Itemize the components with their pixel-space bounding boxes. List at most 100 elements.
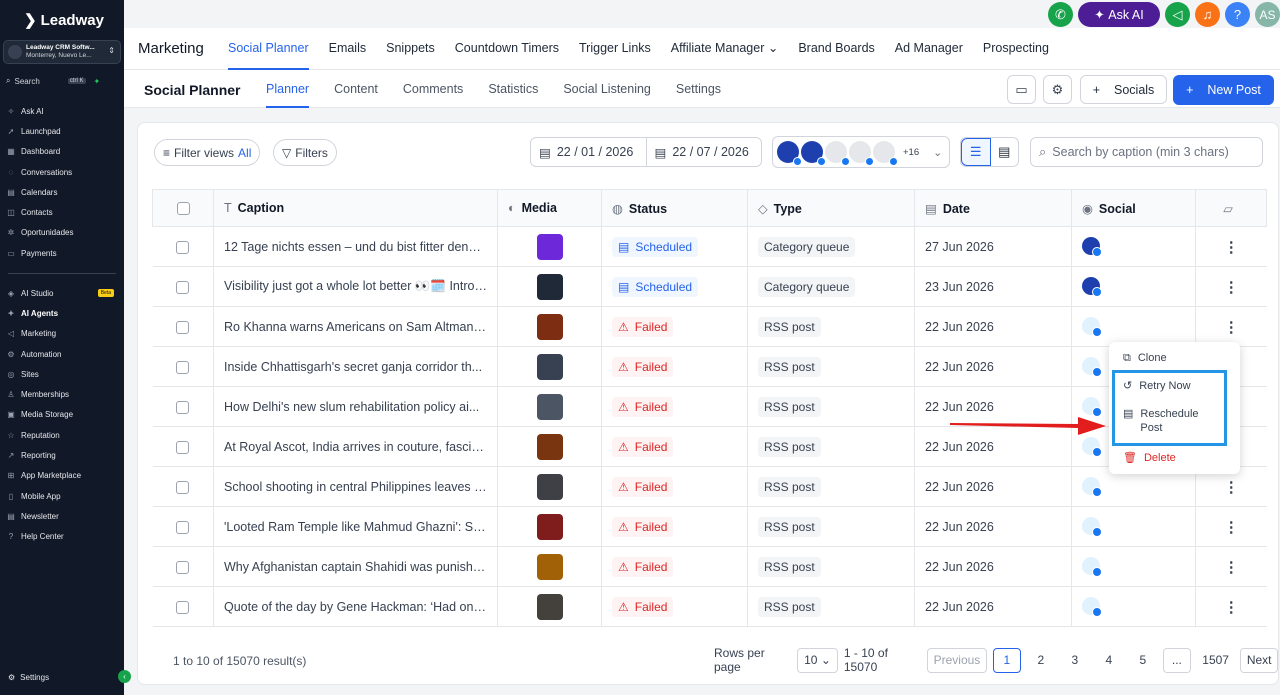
page-5[interactable]: 5 — [1129, 648, 1157, 673]
filters-button[interactable]: ▽ Filters — [273, 139, 337, 166]
announcements-button[interactable]: ◁ — [1165, 2, 1190, 27]
column-status[interactable]: ◍ Status — [601, 189, 748, 227]
caption-cell[interactable]: School shooting in central Philippines l… — [213, 466, 498, 507]
sidebar-item-calendars[interactable]: ▤ Calendars — [6, 182, 118, 202]
filter-views-dropdown[interactable]: ≡ Filter views All — [154, 139, 261, 166]
sidebar-item-reputation[interactable]: ☆ Reputation — [6, 425, 118, 445]
rows-per-page-select[interactable]: 10 ⌄ — [797, 647, 838, 673]
row-checkbox[interactable] — [176, 400, 190, 414]
row-checkbox[interactable] — [176, 520, 190, 534]
table-row[interactable]: Inside Chhattisgarh's secret ganja corri… — [152, 346, 1267, 387]
page-2[interactable]: 2 — [1027, 648, 1055, 673]
tab-content[interactable]: Content — [334, 70, 378, 108]
sidebar-item-marketing[interactable]: ◁ Marketing — [6, 324, 118, 344]
sidebar-item-conversations[interactable]: ◌ Conversations — [6, 162, 118, 182]
date-to[interactable]: ▤ 22 / 07 / 2026 — [645, 138, 762, 166]
media-thumbnail[interactable] — [536, 353, 563, 380]
planner-settings-button[interactable]: ⚙ — [1043, 75, 1072, 104]
next-button[interactable]: Next — [1240, 647, 1278, 673]
tab-statistics[interactable]: Statistics — [488, 70, 538, 108]
column-social[interactable]: ◉ Social — [1071, 189, 1196, 227]
tab-comments[interactable]: Comments — [403, 70, 463, 108]
table-row[interactable]: School shooting in central Philippines l… — [152, 466, 1267, 507]
sidebar-item-app-marketplace[interactable]: ⊞ App Marketplace — [6, 466, 118, 486]
sidebar-item-help-center[interactable]: ? Help Center — [6, 527, 118, 547]
table-row[interactable]: Why Afghanistan captain Shahidi was puni… — [152, 546, 1267, 587]
table-row[interactable]: Visibility just got a whole lot better 👀… — [152, 266, 1267, 307]
caption-cell[interactable]: Quote of the day by Gene Hackman: ‘Had o… — [213, 586, 498, 627]
sidebar-item-automation[interactable]: ⚙ Automation — [6, 344, 118, 364]
column-media[interactable]: ◐ Media — [497, 189, 602, 227]
column-type[interactable]: ◇ Type — [747, 189, 915, 227]
row-checkbox[interactable] — [176, 480, 190, 494]
socials-button[interactable]: + Socials — [1080, 75, 1167, 104]
sidebar-item-launchpad[interactable]: ➚ Launchpad — [6, 121, 118, 141]
caption-cell[interactable]: Visibility just got a whole lot better 👀… — [213, 266, 498, 307]
sidebar-item-mobile-app[interactable]: ▯ Mobile App — [6, 486, 118, 506]
user-avatar[interactable]: AS — [1255, 2, 1280, 27]
sidebar-search[interactable]: ⌕ Search ctrl K ✦ — [6, 75, 118, 87]
sidebar-item-reporting[interactable]: ↗ Reporting — [6, 445, 118, 465]
sidebar-item-ask-ai[interactable]: ✧ Ask AI — [6, 101, 118, 121]
sidebar-item-memberships[interactable]: ♙ Memberships — [6, 384, 118, 404]
help-button[interactable]: ? — [1225, 2, 1250, 27]
phone-button[interactable]: ✆ — [1048, 2, 1073, 27]
sidebar-item-oportunidades[interactable]: ✲ Oportunidades — [6, 223, 118, 243]
tab-social-listening[interactable]: Social Listening — [563, 70, 651, 108]
tab-planner[interactable]: Planner — [266, 70, 310, 108]
row-actions-button[interactable]: ⋮ — [1195, 266, 1267, 307]
tab-social-planner[interactable]: Social Planner — [228, 28, 309, 70]
media-thumbnail[interactable] — [536, 273, 563, 300]
media-thumbnail[interactable] — [536, 393, 563, 420]
row-checkbox[interactable] — [176, 560, 190, 574]
media-thumbnail[interactable] — [536, 233, 563, 260]
sidebar-item-media-storage[interactable]: ▣ Media Storage — [6, 405, 118, 425]
sidebar-item-newsletter[interactable]: ▤ Newsletter — [6, 506, 118, 526]
row-actions-button[interactable]: ⋮ — [1195, 506, 1267, 547]
row-actions-button[interactable]: ⋮ — [1195, 226, 1267, 267]
column-date[interactable]: ▤ Date — [914, 189, 1072, 227]
new-post-button[interactable]: + New Post — [1173, 75, 1274, 105]
tab-ad-manager[interactable]: Ad Manager — [895, 28, 963, 70]
sidebar-item-sites[interactable]: ◎ Sites — [6, 364, 118, 384]
account-switcher[interactable]: Leadway CRM Softw... Monterrey, Nuevo Le… — [3, 40, 121, 64]
page-last[interactable]: 1507 — [1197, 648, 1235, 673]
page-4[interactable]: 4 — [1095, 648, 1123, 673]
row-checkbox[interactable] — [176, 440, 190, 454]
row-checkbox[interactable] — [176, 600, 190, 614]
column-settings[interactable]: ▱ — [1195, 189, 1267, 227]
ask-ai-button[interactable]: ✦ Ask AI — [1078, 2, 1160, 27]
row-checkbox[interactable] — [176, 360, 190, 374]
row-checkbox[interactable] — [176, 280, 190, 294]
sidebar-item-contacts[interactable]: ◫ Contacts — [6, 202, 118, 222]
caption-cell[interactable]: Why Afghanistan captain Shahidi was puni… — [213, 546, 498, 587]
tab-emails[interactable]: Emails — [329, 28, 367, 70]
app-logo[interactable]: ❯ Leadway — [24, 11, 104, 30]
select-all-checkbox[interactable] — [176, 202, 190, 216]
table-row[interactable]: Quote of the day by Gene Hackman: ‘Had o… — [152, 586, 1267, 627]
row-actions-button[interactable]: ⋮ — [1195, 306, 1267, 347]
sidebar-item-ai-agents[interactable]: ✦ AI Agents — [6, 303, 118, 323]
page-1[interactable]: 1 — [992, 647, 1021, 673]
caption-cell[interactable]: 12 Tage nichts essen – und du bist fitte… — [213, 226, 498, 267]
media-thumbnail[interactable] — [536, 553, 563, 580]
list-view-button[interactable]: ☰ — [961, 138, 991, 166]
sidebar-item-ai-studio[interactable]: ◈ AI Studio Beta — [6, 283, 118, 303]
table-row[interactable]: 12 Tage nichts essen – und du bist fitte… — [152, 226, 1267, 267]
caption-cell[interactable]: Ro Khanna warns Americans on Sam Altman … — [213, 306, 498, 347]
media-thumbnail[interactable] — [536, 313, 563, 340]
column-caption[interactable]: T Caption — [213, 189, 498, 227]
menu-item-delete[interactable]: 🗑 Delete — [1123, 451, 1176, 465]
accounts-selector[interactable]: +16 ⌄ — [772, 136, 950, 168]
caption-cell[interactable]: 'Looted Ram Temple like Mahmud Ghazni': … — [213, 506, 498, 547]
media-thumbnail[interactable] — [536, 593, 563, 620]
row-checkbox[interactable] — [176, 320, 190, 334]
media-thumbnail[interactable] — [536, 513, 563, 540]
feedback-button[interactable]: ▭ — [1007, 75, 1036, 104]
date-from[interactable]: ▤ 22 / 01 / 2026 — [531, 138, 646, 166]
table-row[interactable]: 'Looted Ram Temple like Mahmud Ghazni': … — [152, 506, 1267, 547]
calendar-view-button[interactable]: ▤ — [991, 138, 1019, 166]
page-3[interactable]: 3 — [1061, 648, 1089, 673]
caption-cell[interactable]: At Royal Ascot, India arrives in couture… — [213, 426, 498, 467]
row-checkbox[interactable] — [176, 240, 190, 254]
